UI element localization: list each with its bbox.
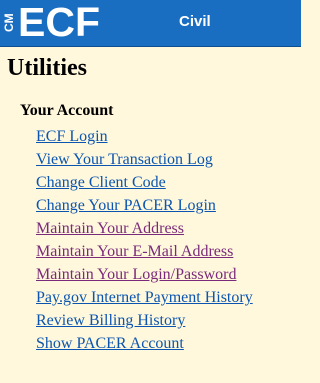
court-type-label: Civil [179, 13, 211, 30]
maintain-email-link[interactable]: Maintain Your E-Mail Address [36, 243, 233, 260]
cmecf-banner: CM ECF Civil [0, 0, 301, 47]
cm-logo-text: CM [2, 13, 16, 33]
menu-item-paygov-history: Pay.gov Internet Payment History [36, 286, 253, 309]
review-billing-history-link[interactable]: Review Billing History [36, 312, 185, 329]
page-title: Utilities [7, 55, 87, 81]
menu-item-ecf-login: ECF Login [36, 125, 253, 148]
menu-item-client-code: Change Client Code [36, 171, 253, 194]
change-pacer-login-link[interactable]: Change Your PACER Login [36, 197, 216, 214]
show-pacer-account-link[interactable]: Show PACER Account [36, 335, 184, 352]
change-client-code-link[interactable]: Change Client Code [36, 174, 166, 191]
menu-item-login-password: Maintain Your Login/Password [36, 263, 253, 286]
menu-item-address: Maintain Your Address [36, 217, 253, 240]
your-account-menu: ECF Login View Your Transaction Log Chan… [36, 125, 253, 355]
maintain-address-link[interactable]: Maintain Your Address [36, 220, 184, 237]
ecf-login-link[interactable]: ECF Login [36, 128, 108, 145]
menu-item-transaction-log: View Your Transaction Log [36, 148, 253, 171]
menu-item-email: Maintain Your E-Mail Address [36, 240, 253, 263]
maintain-login-password-link[interactable]: Maintain Your Login/Password [36, 266, 236, 283]
your-account-heading: Your Account [20, 102, 114, 119]
ecf-logo: ECF [18, 0, 100, 45]
view-transaction-log-link[interactable]: View Your Transaction Log [36, 151, 213, 168]
menu-item-pacer-login: Change Your PACER Login [36, 194, 253, 217]
menu-item-billing-history: Review Billing History [36, 309, 253, 332]
utilities-page: { "banner": { "logo_small": "CM", "logo_… [0, 0, 301, 383]
menu-item-pacer-account: Show PACER Account [36, 332, 253, 355]
paygov-payment-history-link[interactable]: Pay.gov Internet Payment History [36, 289, 253, 306]
